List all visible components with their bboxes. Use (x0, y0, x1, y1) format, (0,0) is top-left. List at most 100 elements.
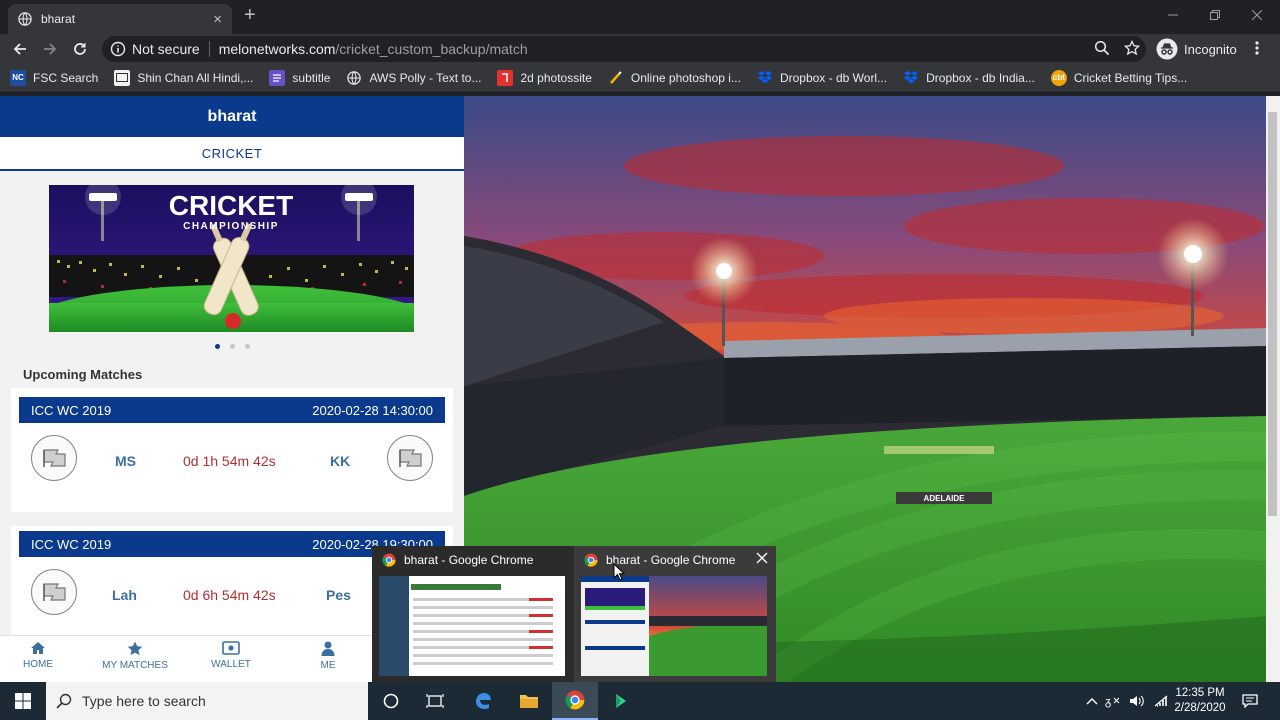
bookmark-subtitle[interactable]: subtitle (269, 69, 330, 86)
nav-label: MY MATCHES (102, 660, 168, 671)
bookmark-online-photoshop[interactable]: Online photoshop i... (608, 70, 741, 86)
home-icon (31, 642, 45, 654)
edge-button[interactable] (460, 682, 506, 720)
match-datetime: 2020-02-28 14:30:00 (312, 402, 433, 418)
restore-icon (1210, 10, 1220, 20)
star-icon (127, 641, 143, 656)
new-tab-button[interactable]: + (244, 5, 256, 25)
security-label: Not secure (132, 41, 200, 57)
bookmark-shin-chan[interactable]: Shin Chan All Hindi,... (114, 69, 253, 86)
info-icon[interactable] (110, 41, 126, 57)
wifi-icon (1154, 695, 1168, 707)
clock-date: 2/28/2020 (1174, 702, 1226, 714)
browser-tab[interactable]: bharat × (8, 4, 232, 34)
flag-icon (31, 435, 77, 481)
tab-close-button[interactable]: × (213, 12, 222, 27)
zoom-search-icon[interactable] (1094, 40, 1110, 56)
incognito-indicator[interactable]: Incognito (1156, 38, 1237, 60)
tab-cricket[interactable]: CRICKET (0, 137, 464, 171)
taskbar-clock[interactable]: 12:35 PM 2/28/2020 (1168, 686, 1232, 716)
globe-icon (346, 70, 362, 86)
tab-title: bharat (41, 12, 76, 26)
file-explorer-button[interactable] (506, 682, 552, 720)
browser-toolbar: Not secure melonetworks.com/cricket_cust… (0, 34, 1280, 64)
scrollbar-thumb[interactable] (1268, 112, 1277, 516)
bookmark-label: Dropbox - db Worl... (779, 70, 888, 85)
countdown-timer: 0d 6h 54m 42s (183, 587, 276, 603)
carousel-dot[interactable] (214, 344, 220, 349)
window-thumbnail-active[interactable]: bharat - Google Chrome (574, 546, 776, 682)
forward-button[interactable] (36, 35, 64, 63)
forward-arrow-icon (44, 43, 57, 55)
wallet-icon (222, 641, 240, 655)
photo-icon (497, 69, 514, 86)
app-title: bharat (0, 96, 464, 137)
nav-label: WALLET (211, 659, 251, 670)
tv-icon (114, 69, 131, 86)
match-card[interactable]: ICC WC 2019 2020-02-28 14:30:00 MS 0d 1h… (11, 388, 453, 512)
bookmark-label: Online photoshop i... (630, 70, 741, 85)
carousel-dot[interactable] (229, 344, 235, 349)
url-path: /cricket_custom_backup/match (335, 41, 528, 57)
nav-wallet[interactable]: WALLET (191, 641, 271, 670)
taskbar-thumbnail-popup: bharat - Google Chrome bharat - Google C… (372, 546, 776, 682)
bookmark-2d-photossite[interactable]: 2d photossite (497, 69, 592, 86)
close-window-button[interactable] (1236, 0, 1278, 30)
volume-button[interactable] (1126, 682, 1148, 720)
back-arrow-icon (13, 43, 26, 55)
notification-icon (1242, 694, 1258, 708)
chrome-icon (565, 690, 585, 710)
minimize-button[interactable] (1152, 0, 1194, 30)
nav-my-matches[interactable]: MY MATCHES (95, 641, 175, 671)
cricket-championship-banner: CRICKET CHAMPIONSHIP (49, 185, 414, 332)
bookmark-dropbox-world[interactable]: Dropbox - db Worl... (757, 70, 887, 86)
carousel-dot[interactable] (244, 344, 250, 349)
cbt-icon: cbt (1050, 69, 1067, 86)
globe-icon (18, 12, 32, 26)
folder-icon (520, 695, 538, 708)
bookmark-label: 2d photossite (520, 70, 592, 85)
bookmark-fsc-search[interactable]: NC FSC Search (10, 69, 98, 86)
svg-text:ᵹ: ᵹ (1105, 695, 1111, 708)
taskbar-search[interactable]: Type here to search (46, 682, 368, 720)
bookmark-star-icon[interactable] (1124, 40, 1140, 56)
chrome-taskbar-button[interactable] (552, 682, 598, 720)
chrome-icon (584, 553, 598, 567)
close-icon (756, 552, 768, 564)
reload-icon (74, 43, 86, 55)
brush-icon (608, 70, 624, 86)
tab-strip: bharat × + (0, 0, 1280, 34)
nav-me[interactable]: ME (288, 641, 368, 671)
mouse-cursor-icon (613, 563, 625, 581)
action-center-button[interactable] (1238, 682, 1262, 720)
back-button[interactable] (6, 35, 34, 63)
task-view-button[interactable] (412, 682, 458, 720)
team-b: Pes (326, 587, 351, 603)
bookmark-dropbox-india[interactable]: Dropbox - db India... (903, 70, 1035, 86)
ime-indicator[interactable]: ᵹ (1102, 682, 1124, 720)
thumbnail-close-button[interactable] (756, 552, 768, 567)
flag-icon (387, 435, 433, 481)
address-bar[interactable]: Not secure melonetworks.com/cricket_cust… (102, 36, 1146, 62)
team-a: Lah (112, 587, 137, 603)
start-button[interactable] (0, 682, 46, 720)
dropbox-icon (903, 70, 919, 86)
doc-icon (269, 69, 286, 86)
restore-button[interactable] (1194, 0, 1236, 30)
bookmarks-bar: NC FSC Search Shin Chan All Hindi,... sub… (0, 64, 1280, 92)
chrome-icon (382, 553, 396, 567)
chrome-menu-button[interactable] (1254, 40, 1260, 59)
window-thumbnail[interactable]: bharat - Google Chrome (372, 546, 574, 682)
cortana-button[interactable] (368, 682, 414, 720)
page-scrollbar[interactable] (1266, 96, 1280, 682)
show-hidden-icons-button[interactable] (1082, 682, 1102, 720)
search-icon (56, 693, 72, 709)
search-placeholder: Type here to search (82, 693, 206, 709)
bookmark-aws-polly[interactable]: AWS Polly - Text to... (346, 70, 481, 86)
banner-subtitle: CHAMPIONSHIP (183, 221, 279, 232)
promo-banner[interactable]: CRICKET CHAMPIONSHIP (49, 185, 414, 332)
app-taskbar-button[interactable] (598, 682, 644, 720)
reload-button[interactable] (66, 35, 94, 63)
bookmark-cricket-betting[interactable]: cbt Cricket Betting Tips... (1050, 69, 1187, 86)
nav-home[interactable]: HOME (0, 641, 78, 670)
